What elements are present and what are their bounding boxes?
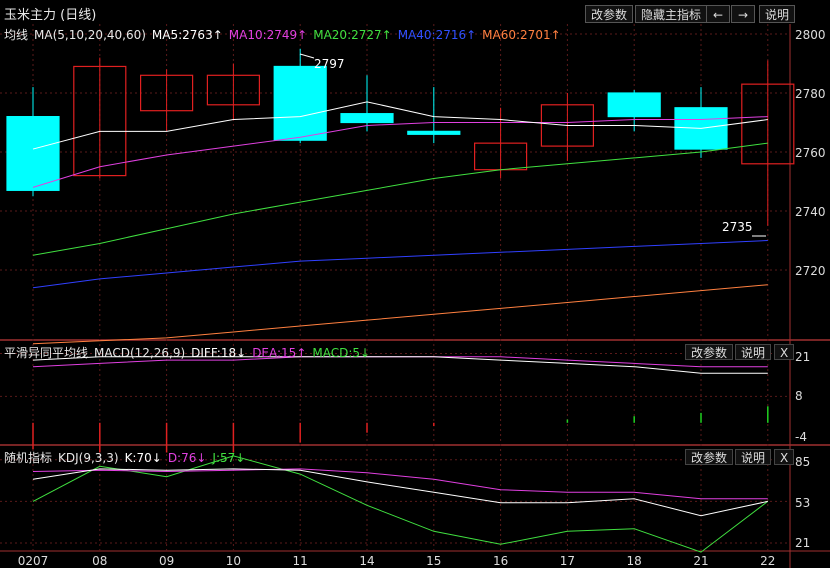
x-tick-label: 16	[493, 554, 508, 568]
x-tick-label: 17	[560, 554, 575, 568]
help-button[interactable]: 说明	[759, 5, 796, 23]
ma-legend-name: 均线	[4, 28, 29, 42]
chart-canvas[interactable]: 2797 2735 0207 08 09 10 11 14 15 16 17 18 21 22	[0, 0, 830, 568]
x-tick-label: 0207	[18, 554, 49, 568]
macd-close-button[interactable]: X	[774, 344, 795, 360]
x-tick-label: 09	[159, 554, 174, 568]
kdj-close-button[interactable]: X	[774, 449, 795, 465]
kdj-y-tick-label: 21	[795, 536, 811, 550]
kdj-y-tick-label: 85	[795, 455, 811, 469]
close-icon: X	[780, 451, 789, 465]
x-tick-label: 14	[359, 554, 374, 568]
kdj-legend-name: 随机指标	[4, 451, 53, 465]
ma-legend: 均线 MA(5,10,20,40,60) MA5:2763↑ MA10:2749↑ MA…	[4, 26, 567, 43]
high-label: 2797	[314, 57, 345, 71]
ma60-line	[32, 284, 768, 345]
ma40-value: MA40:2716↑	[397, 28, 477, 42]
macd-params-button[interactable]: 改参数	[685, 344, 734, 360]
kdj-y-tick-label: 53	[795, 496, 811, 510]
macd-value: MACD:5↓	[312, 346, 371, 360]
kdj-legend-params: KDJ(9,3,3)	[58, 451, 119, 465]
macd-y-tick-label: -4	[795, 430, 807, 444]
dea-value: DEA:15↑	[252, 346, 307, 360]
right-arrow-icon: →	[737, 8, 749, 22]
x-tick-label: 08	[92, 554, 107, 568]
x-tick-label: 22	[760, 554, 775, 568]
candle-body	[273, 65, 327, 141]
ma20-line	[32, 142, 768, 256]
macd-help-button[interactable]: 说明	[735, 344, 772, 360]
x-tick-label: 11	[293, 554, 308, 568]
k-value: K:70↓	[124, 451, 162, 465]
ma-legend-params: MA(5,10,20,40,60)	[34, 28, 146, 42]
y-tick-label: 2800	[795, 28, 826, 42]
window-title: 玉米主力 (日线)	[4, 8, 97, 23]
macd-legend-params: MACD(12,26,9)	[94, 346, 186, 360]
x-tick-label: 15	[426, 554, 441, 568]
x-tick-label: 21	[693, 554, 708, 568]
macd-legend-name: 平滑异同平均线	[4, 346, 89, 360]
y-tick-label: 2780	[795, 87, 826, 101]
candle-body	[6, 115, 60, 191]
y-tick-label: 2720	[795, 264, 826, 278]
left-arrow-icon: ←	[712, 8, 724, 22]
y-tick-label: 2760	[795, 146, 826, 160]
candle-body	[407, 130, 461, 135]
ma20-value: MA20:2727↑	[313, 28, 392, 42]
candle-body	[607, 92, 661, 118]
macd-y-tick-label: 8	[795, 389, 803, 403]
ma5-value: MA5:2763↑	[151, 28, 223, 42]
hide-main-indicator-button[interactable]: 隐藏主指标	[635, 5, 708, 23]
ma40-line	[32, 240, 768, 289]
x-tick-label: 18	[627, 554, 642, 568]
close-icon: X	[780, 346, 789, 360]
ma10-value: MA10:2749↑	[228, 28, 308, 42]
kdj-help-button[interactable]: 说明	[735, 449, 772, 465]
params-button[interactable]: 改参数	[585, 5, 634, 23]
right-arrow-button[interactable]: →	[731, 5, 755, 23]
y-tick-label: 2740	[795, 205, 826, 219]
left-arrow-button[interactable]: ←	[706, 5, 730, 23]
j-value: J:57↓	[212, 451, 246, 465]
high-pointer	[299, 53, 315, 59]
macd-legend: 平滑异同平均线 MACD(12,26,9) DIFF:18↓ DEA:15↑ MACD:…	[4, 344, 376, 361]
kdj-params-button[interactable]: 改参数	[685, 449, 734, 465]
x-tick-label: 10	[226, 554, 241, 568]
j-line	[32, 455, 769, 553]
diff-value: DIFF:18↓	[191, 346, 247, 360]
kdj-legend: 随机指标 KDJ(9,3,3) K:70↓ D:76↓ J:57↓	[4, 449, 251, 466]
candle-body	[340, 113, 394, 124]
ma60-value: MA60:2701↑	[482, 28, 561, 42]
d-value: D:76↓	[167, 451, 207, 465]
low-label: 2735	[722, 220, 753, 234]
macd-y-tick-label: 21	[795, 350, 811, 364]
